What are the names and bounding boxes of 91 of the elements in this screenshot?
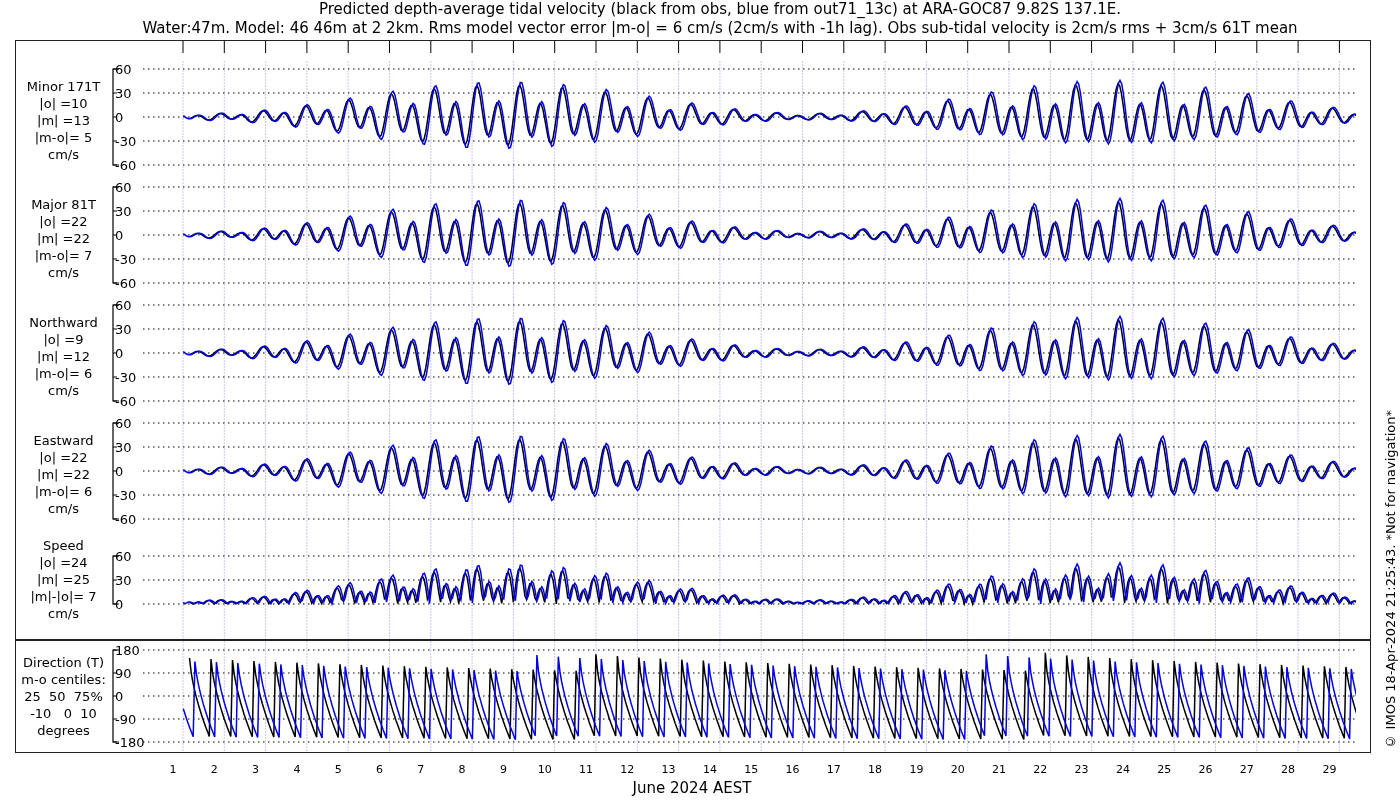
day-label: 26: [1198, 763, 1213, 776]
day-label: 10: [537, 763, 552, 776]
day-label: 8: [458, 763, 466, 776]
day-label: 7: [417, 763, 425, 776]
y-tick-label: 30: [115, 573, 132, 588]
credit-text: © IMOS 18-Apr-2024 21:25:43. *Not for navigation*: [1383, 410, 1398, 749]
day-label: 27: [1239, 763, 1254, 776]
day-label: 3: [252, 763, 260, 776]
day-label: 25: [1157, 763, 1172, 776]
day-label: 20: [950, 763, 965, 776]
panel-label: |o| =24: [39, 554, 88, 571]
panel-label: degrees: [37, 722, 90, 739]
y-tick-label: -60: [115, 512, 137, 527]
y-tick-label: 0: [115, 464, 124, 479]
y-tick-label: -60: [115, 276, 137, 291]
panel-label: |o| =10: [39, 94, 88, 112]
day-label: 29: [1322, 763, 1337, 776]
panel-label: Minor 171T: [26, 77, 101, 95]
panel-label: |m| =25: [37, 571, 90, 588]
day-label: 12: [620, 763, 635, 776]
day-label: 21: [992, 763, 1006, 776]
panel-label: Direction (T): [23, 654, 104, 671]
panel-label: cm/s: [48, 145, 79, 163]
y-tick-label: -30: [115, 134, 137, 149]
panel-label: |o| =22: [39, 448, 88, 466]
y-tick-label: 30: [115, 86, 132, 101]
day-label: 24: [1115, 763, 1130, 776]
day-label: 14: [702, 763, 717, 776]
y-tick-label: 90: [115, 666, 132, 681]
y-tick-label: -30: [115, 252, 137, 267]
panel-label: |m-o|= 6: [34, 482, 93, 500]
panel-label: Northward: [29, 313, 98, 331]
y-tick-label: -60: [115, 158, 137, 173]
day-label: 19: [909, 763, 924, 776]
chart-title: Water:47m. Model: 46 46m at 2 2km. Rms model vector error |m-o| = 6 cm/s (2cm/s with -1h lag). Obs sub-tidal velocity is 2cm/s rms + 3cm/s 61T mean: [141, 19, 1299, 38]
y-tick-label: 30: [115, 440, 132, 455]
y-tick-label: -60: [115, 394, 137, 409]
y-tick-label: -180: [115, 735, 145, 750]
panel-label: Major 81T: [31, 195, 96, 213]
y-tick-label: 0: [115, 110, 124, 125]
y-tick-label: -90: [115, 712, 137, 727]
panel-label: Eastward: [33, 431, 94, 449]
day-label: 15: [744, 763, 759, 776]
y-tick-label: 0: [115, 346, 124, 361]
day-label: 23: [1074, 763, 1089, 776]
day-label: 28: [1281, 763, 1296, 776]
chart-title: Predicted depth-average tidal velocity (black from obs, blue from out71_13c) at ARA-GOC87 9.82S 137.1E.: [317, 0, 1123, 19]
panel-label: m-o centiles:: [21, 671, 106, 688]
panel-label: |m| =12: [37, 347, 90, 365]
panel-label: |m|-|o|= 7: [30, 588, 97, 605]
y-tick-label: 30: [115, 204, 132, 219]
panel-label: cm/s: [48, 381, 79, 399]
panel-label: -10 0 10: [30, 705, 97, 722]
y-tick-label: 60: [115, 549, 132, 564]
day-label: 5: [334, 763, 342, 776]
y-tick-label: -30: [115, 370, 137, 385]
y-tick-label: 60: [115, 180, 132, 195]
panel-label: cm/s: [48, 263, 79, 281]
day-label: 13: [661, 763, 676, 776]
panel-label: cm/s: [48, 605, 79, 622]
y-tick-label: 60: [115, 416, 132, 431]
y-tick-label: 30: [115, 322, 132, 337]
day-label: 6: [376, 763, 383, 776]
panel-label: |m-o|= 5: [34, 128, 93, 146]
panel-label: |m| =22: [37, 465, 90, 483]
y-tick-label: 180: [115, 643, 140, 658]
y-tick-label: 60: [115, 62, 132, 77]
y-tick-label: 60: [115, 298, 132, 313]
y-tick-label: 0: [115, 228, 124, 243]
y-tick-label: -30: [115, 488, 137, 503]
day-label: 4: [293, 763, 301, 776]
panel-label: |m-o|= 6: [34, 364, 93, 382]
y-tick-label: 0: [115, 689, 124, 704]
panel-label: |m| =22: [37, 229, 90, 247]
day-label: 9: [499, 763, 507, 776]
y-tick-label: 0: [115, 597, 124, 612]
panel-label: |m| =13: [37, 111, 90, 129]
panel-label: |m-o|= 7: [34, 246, 93, 264]
day-label: 18: [868, 763, 883, 776]
day-label: 16: [785, 763, 800, 776]
day-label: 22: [1033, 763, 1048, 776]
panel-label: |o| =22: [39, 212, 88, 230]
panel-label: 25 50 75%: [24, 688, 103, 705]
x-axis-label: June 2024 AEST: [632, 779, 752, 797]
panel-label: Speed: [43, 537, 84, 554]
day-label: 17: [826, 763, 841, 776]
day-label: 2: [210, 763, 218, 776]
panel-label: cm/s: [48, 499, 79, 517]
panel-label: |o| =9: [43, 330, 84, 348]
day-label: 11: [579, 763, 593, 776]
day-label: 1: [169, 763, 177, 776]
